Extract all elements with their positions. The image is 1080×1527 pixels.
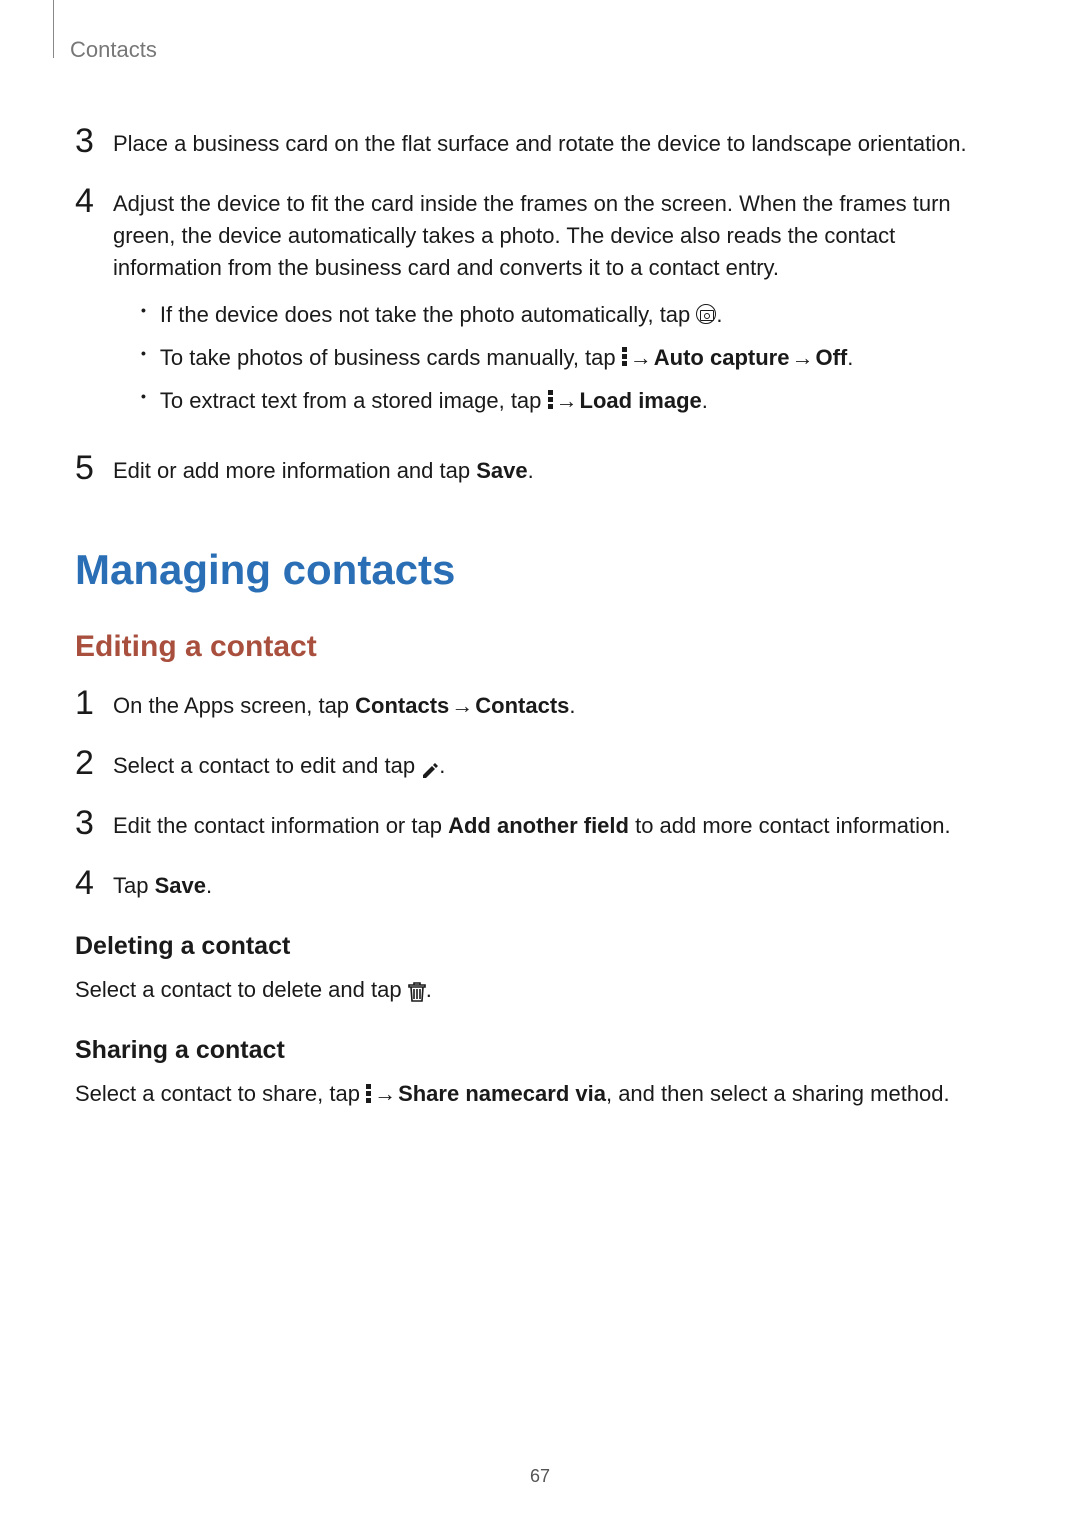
step-text: Adjust the device to fit the card inside…: [113, 191, 951, 280]
step-number: 3: [75, 124, 113, 158]
arrow-right-icon: →: [791, 341, 813, 374]
bullet-item: • To take photos of business cards manua…: [141, 341, 998, 374]
step-number: 3: [75, 806, 113, 840]
text-fragment: Tap: [113, 873, 155, 898]
text-fragment: .: [702, 388, 708, 413]
step-number: 5: [75, 451, 113, 485]
step-number: 4: [75, 184, 113, 218]
step-body: Adjust the device to fit the card inside…: [113, 188, 998, 427]
deleting-text: Select a contact to delete and tap .: [75, 973, 998, 1006]
bold-label: Contacts: [355, 693, 449, 718]
list-step-5: 5 Edit or add more information and tap S…: [75, 455, 998, 487]
more-menu-icon: [366, 1082, 372, 1105]
bold-label: Off: [815, 345, 847, 370]
content-body: 3 Place a business card on the flat surf…: [75, 128, 998, 1110]
list-edit-step-2: 2 Select a contact to edit and tap .: [75, 750, 998, 782]
bullet-list: • If the device does not take the photo …: [141, 298, 998, 417]
text-fragment: .: [569, 693, 575, 718]
arrow-right-icon: →: [374, 1077, 396, 1110]
arrow-right-icon: →: [556, 384, 578, 417]
text-fragment: .: [206, 873, 212, 898]
heading-managing-contacts: Managing contacts: [75, 546, 998, 594]
bullet-dot-icon: •: [141, 384, 146, 409]
bullet-dot-icon: •: [141, 341, 146, 366]
step-text: On the Apps screen, tap Contacts → Conta…: [113, 690, 998, 722]
text-fragment: If the device does not take the photo au…: [160, 302, 697, 327]
text-fragment: .: [528, 458, 534, 483]
list-edit-step-1: 1 On the Apps screen, tap Contacts → Con…: [75, 690, 998, 722]
text-fragment: Select a contact to share, tap: [75, 1081, 366, 1106]
list-step-3: 3 Place a business card on the flat surf…: [75, 128, 998, 160]
step-number: 1: [75, 686, 113, 720]
pencil-icon: [421, 757, 439, 775]
step-text: Edit the contact information or tap Add …: [113, 810, 998, 842]
bold-label: Save: [476, 458, 527, 483]
text-fragment: Select a contact to delete and tap: [75, 977, 408, 1002]
heading-editing-contact: Editing a contact: [75, 630, 998, 664]
step-text: Place a business card on the flat surfac…: [113, 128, 998, 160]
step-text: Edit or add more information and tap Sav…: [113, 455, 998, 487]
bullet-text: If the device does not take the photo au…: [160, 298, 723, 331]
step-number: 4: [75, 866, 113, 900]
text-fragment: .: [847, 345, 853, 370]
text-fragment: On the Apps screen, tap: [113, 693, 355, 718]
list-step-4: 4 Adjust the device to fit the card insi…: [75, 188, 998, 427]
text-fragment: to add more contact information.: [629, 813, 951, 838]
bullet-dot-icon: •: [141, 298, 146, 323]
list-edit-step-4: 4 Tap Save.: [75, 870, 998, 902]
step-text: Select a contact to edit and tap .: [113, 750, 998, 782]
step-text: Tap Save.: [113, 870, 998, 902]
bold-label: Save: [155, 873, 206, 898]
more-menu-icon: [622, 345, 628, 368]
text-fragment: .: [426, 977, 432, 1002]
camera-icon: [696, 304, 716, 324]
page: Contacts 3 Place a business card on the …: [0, 0, 1080, 1527]
text-fragment: .: [439, 753, 445, 778]
bold-label: Add another field: [448, 813, 629, 838]
step-number: 2: [75, 746, 113, 780]
bullet-text: To extract text from a stored image, tap…: [160, 384, 708, 417]
text-fragment: To take photos of business cards manuall…: [160, 345, 622, 370]
text-fragment: Select a contact to edit and tap: [113, 753, 421, 778]
text-fragment: Edit the contact information or tap: [113, 813, 448, 838]
list-edit-step-3: 3 Edit the contact information or tap Ad…: [75, 810, 998, 842]
text-fragment: To extract text from a stored image, tap: [160, 388, 548, 413]
heading-sharing-contact: Sharing a contact: [75, 1036, 998, 1065]
bold-label: Load image: [580, 388, 702, 413]
sharing-text: Select a contact to share, tap → Share n…: [75, 1077, 998, 1110]
arrow-right-icon: →: [630, 341, 652, 374]
bullet-text: To take photos of business cards manuall…: [160, 341, 853, 374]
heading-deleting-contact: Deleting a contact: [75, 932, 998, 961]
text-fragment: .: [716, 302, 722, 327]
bullet-item: • To extract text from a stored image, t…: [141, 384, 998, 417]
arrow-right-icon: →: [451, 690, 473, 722]
more-menu-icon: [548, 388, 554, 411]
text-fragment: Edit or add more information and tap: [113, 458, 476, 483]
bold-label: Auto capture: [654, 345, 790, 370]
bold-label: Share namecard via: [398, 1081, 606, 1106]
header-section-title: Contacts: [70, 35, 998, 63]
header-rule: [53, 0, 54, 58]
page-number: 67: [0, 1466, 1080, 1487]
text-fragment: , and then select a sharing method.: [606, 1081, 950, 1106]
trash-icon: [408, 978, 426, 998]
bold-label: Contacts: [475, 693, 569, 718]
bullet-item: • If the device does not take the photo …: [141, 298, 998, 331]
